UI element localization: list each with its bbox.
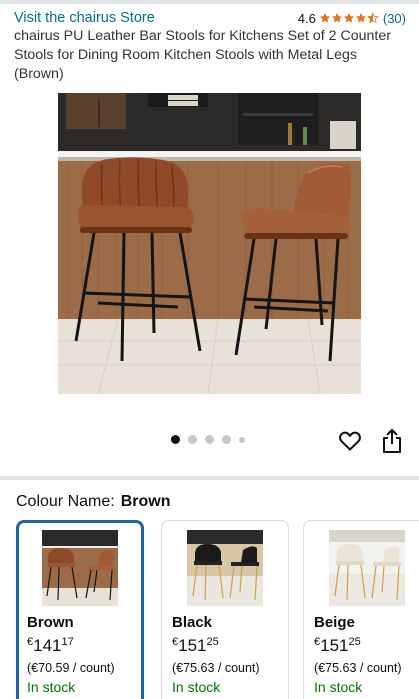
- colour-option-beige[interactable]: Beige €15125 (€75.63 / count) In stock: [303, 520, 419, 699]
- swatch-thumbnail: [187, 530, 263, 606]
- star-full-icon: [331, 13, 342, 23]
- carousel-dot-2[interactable]: [188, 435, 197, 444]
- image-carousel-dots[interactable]: [171, 435, 245, 444]
- swatch-price: €15125: [314, 636, 361, 655]
- swatch-name: Black: [172, 614, 213, 631]
- carousel-dot-4[interactable]: [222, 435, 231, 444]
- carousel-dot-5[interactable]: [239, 436, 245, 443]
- swatch-price: €15125: [172, 636, 219, 655]
- colour-option-black[interactable]: Black €15125 (€75.63 / count) In stock: [161, 520, 289, 699]
- rating-value: 4.6: [297, 10, 316, 26]
- store-link[interactable]: Visit the chairus Store: [14, 10, 155, 26]
- review-count[interactable]: (30): [383, 11, 406, 26]
- colour-selection-label: Colour Name: Brown: [16, 493, 170, 511]
- bar-stools-photo: [58, 93, 361, 394]
- section-divider: [0, 476, 419, 480]
- star-full-icon: [343, 13, 354, 23]
- swatch-unit-price: (€75.63 / count): [172, 661, 260, 675]
- swatch-thumbnail: [42, 530, 118, 606]
- store-row: Visit the chairus Store 4.6 (30): [14, 8, 406, 28]
- star-rating-icon: [319, 12, 379, 24]
- heart-icon[interactable]: [338, 429, 362, 453]
- rating-summary[interactable]: 4.6 (30): [298, 11, 406, 26]
- star-full-icon: [355, 13, 366, 23]
- swatch-name: Brown: [27, 614, 74, 631]
- carousel-dot-3[interactable]: [205, 435, 214, 444]
- colour-label: Colour Name:: [16, 493, 115, 510]
- product-main-image[interactable]: [58, 93, 361, 394]
- swatch-unit-price: (€75.63 / count): [314, 661, 402, 675]
- swatch-name: Beige: [314, 614, 355, 631]
- carousel-dot-1[interactable]: [171, 435, 180, 444]
- swatch-price: €14117: [27, 636, 74, 655]
- product-title: chairus PU Leather Bar Stools for Kitche…: [14, 28, 391, 82]
- star-half-icon: [367, 12, 379, 24]
- swatch-availability: In stock: [314, 679, 363, 695]
- colour-option-brown[interactable]: Brown €14117 (€70.59 / count) In stock: [16, 520, 144, 699]
- swatch-unit-price: (€70.59 / count): [27, 661, 115, 675]
- share-icon[interactable]: [380, 428, 404, 454]
- top-bar: [0, 0, 419, 4]
- swatch-availability: In stock: [172, 679, 221, 695]
- colour-selected-value: Brown: [120, 493, 171, 510]
- colour-swatch-list[interactable]: Brown €14117 (€70.59 / count) In stock B…: [16, 520, 419, 699]
- swatch-availability: In stock: [27, 679, 76, 695]
- star-full-icon: [319, 13, 330, 23]
- swatch-thumbnail: [329, 530, 405, 606]
